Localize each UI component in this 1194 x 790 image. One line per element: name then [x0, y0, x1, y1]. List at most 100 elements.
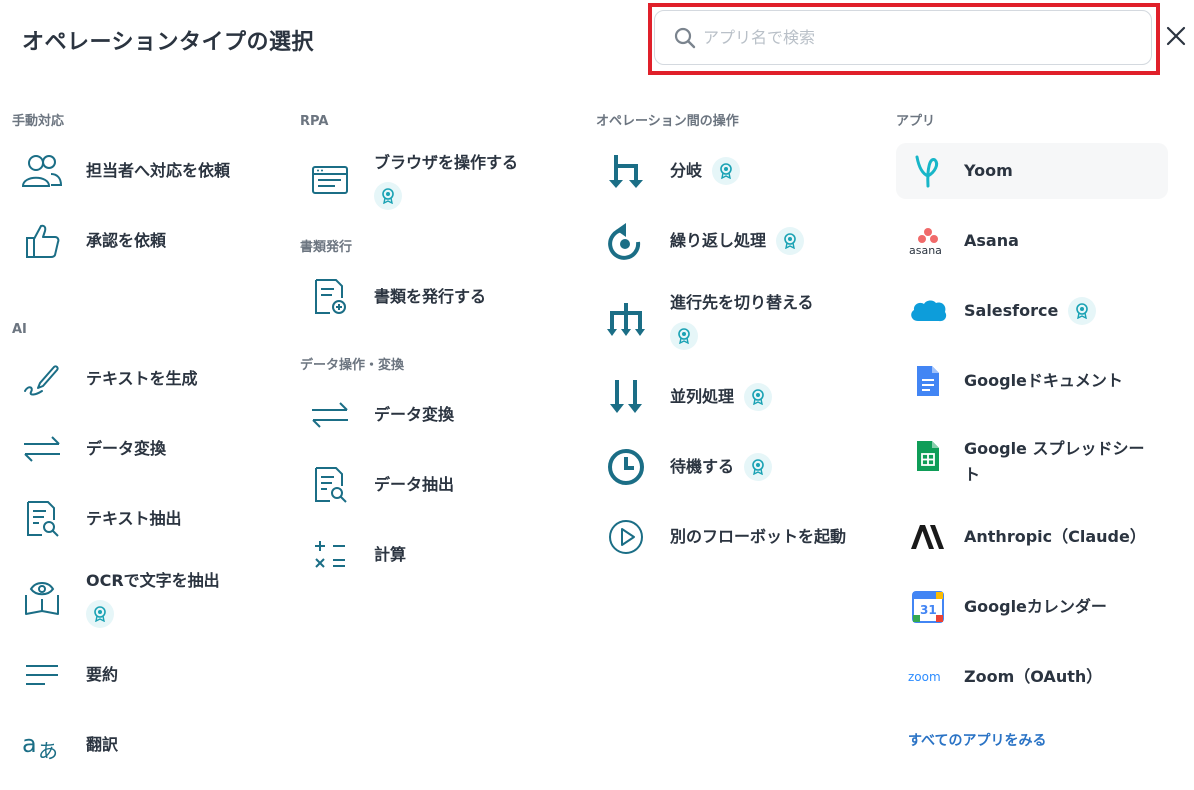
premium-badge-icon: [1068, 297, 1097, 325]
item-label: データ変換: [374, 405, 455, 424]
calculator-icon: [308, 533, 352, 577]
translate-icon: a あ: [20, 723, 64, 767]
item-browser-operate[interactable]: ブラウザを操作する: [300, 136, 580, 222]
search-input[interactable]: [703, 28, 1123, 47]
lines-icon: [20, 653, 64, 697]
asana-logo-icon: asana: [908, 221, 948, 261]
document-add-icon: [308, 275, 352, 319]
item-start-flowbot[interactable]: 別のフローボットを起動: [596, 502, 886, 572]
premium-badge-icon: [712, 157, 741, 185]
item-extract-text[interactable]: テキスト抽出: [12, 484, 282, 554]
app-item-google-docs[interactable]: Googleドキュメント: [896, 346, 1176, 416]
google-sheets-icon: [908, 436, 948, 476]
item-label: 担当者へ対応を依頼: [86, 161, 231, 180]
item-ocr-extract[interactable]: OCRで文字を抽出: [12, 554, 282, 640]
modal-title: オペレーションタイプの選択: [22, 30, 315, 55]
svg-text:a: a: [22, 730, 37, 758]
loop-icon: [604, 219, 648, 263]
item-label: 繰り返し処理: [670, 231, 767, 250]
item-label: テキスト抽出: [86, 509, 182, 528]
salesforce-logo-icon: [908, 291, 948, 331]
item-branch[interactable]: 分岐: [596, 136, 886, 206]
section-title-docs: 書類発行: [300, 240, 353, 255]
app-item-google-sheets[interactable]: Google スプレッドシート: [896, 416, 1176, 502]
item-label: 承認を依頼: [86, 231, 167, 250]
item-label: 待機する: [670, 457, 735, 476]
app-item-anthropic[interactable]: Anthropic（Claude）: [896, 502, 1176, 572]
app-item-zoom[interactable]: zoom Zoom（OAuth）: [896, 642, 1176, 712]
premium-badge-icon: [744, 383, 773, 411]
section-title-ai: AI: [12, 322, 27, 337]
google-docs-icon: [908, 361, 948, 401]
item-data-extract[interactable]: データ抽出: [300, 450, 580, 520]
premium-badge-icon: [744, 453, 773, 481]
app-item-google-calendar[interactable]: 31 Googleカレンダー: [896, 572, 1176, 642]
search-box[interactable]: [654, 10, 1152, 65]
arrows-icon: [308, 393, 352, 437]
item-label: 別のフローボットを起動: [670, 527, 847, 546]
item-data-convert-2[interactable]: データ変換: [300, 380, 580, 450]
column-rpa-docs-data: RPA ブラウザを操作する 書類発行 書類を発行する データ操作・変換 データ変…: [300, 108, 580, 590]
column-apps: アプリ Yoom asana Asana Salesforce Googleドキ…: [896, 108, 1176, 750]
item-data-convert[interactable]: データ変換: [12, 414, 282, 484]
column-operations: オペレーション間の操作 分岐 繰り返し処理 進行先を切り替える 並列処理 待機す…: [596, 108, 886, 572]
section-title-data-ops: データ操作・変換: [300, 358, 405, 373]
play-icon: [604, 515, 648, 559]
parallel-icon: [604, 375, 648, 419]
item-label: 並列処理: [670, 387, 735, 406]
item-label: 要約: [86, 665, 119, 684]
zoom-logo-icon: zoom: [908, 657, 948, 697]
item-wait[interactable]: 待機する: [596, 432, 886, 502]
item-label: 翻訳: [86, 735, 119, 754]
item-label: 書類を発行する: [374, 287, 487, 306]
item-label: テキストを生成: [86, 369, 198, 388]
arrows-icon: [20, 427, 64, 471]
google-calendar-icon: 31: [908, 587, 948, 627]
yoom-logo-icon: [908, 151, 948, 191]
asana-logo-text: asana: [909, 244, 942, 256]
item-label: Google スプレッドシート: [964, 439, 1145, 484]
item-label: 分岐: [670, 161, 703, 180]
item-label: Anthropic（Claude）: [964, 527, 1146, 546]
item-translate[interactable]: a あ 翻訳: [12, 710, 282, 780]
branch-icon: [604, 149, 648, 193]
item-label: 計算: [374, 545, 407, 564]
svg-text:あ: あ: [38, 739, 58, 762]
browser-icon: [308, 158, 352, 202]
app-item-salesforce[interactable]: Salesforce: [896, 276, 1176, 346]
item-generate-text[interactable]: テキストを生成: [12, 344, 282, 414]
anthropic-logo-icon: [908, 517, 948, 557]
app-item-yoom[interactable]: Yoom: [896, 143, 1168, 199]
zoom-logo-text: zoom: [908, 670, 941, 684]
section-title-apps: アプリ: [896, 114, 936, 129]
section-title-ops: オペレーション間の操作: [596, 114, 739, 129]
item-label: OCRで文字を抽出: [86, 571, 220, 590]
pen-icon: [20, 357, 64, 401]
item-request-assignee[interactable]: 担当者へ対応を依頼: [12, 136, 282, 206]
item-request-approval[interactable]: 承認を依頼: [12, 206, 282, 276]
premium-badge-icon: [776, 227, 805, 255]
item-issue-document[interactable]: 書類を発行する: [300, 262, 580, 332]
item-switch-destination[interactable]: 進行先を切り替える: [596, 276, 886, 362]
column-manual-ai: 手動対応 担当者へ対応を依頼 承認を依頼 AI テキストを生成 データ変換 テキ…: [12, 108, 282, 780]
item-label: Salesforce: [964, 301, 1059, 320]
item-label: Googleドキュメント: [964, 371, 1123, 390]
item-label: 進行先を切り替える: [670, 293, 814, 312]
see-all-apps-link[interactable]: すべてのアプリをみる: [908, 730, 1176, 750]
premium-badge-icon: [670, 322, 698, 350]
item-parallel[interactable]: 並列処理: [596, 362, 886, 432]
section-title-rpa: RPA: [300, 114, 329, 129]
switch-icon: [604, 298, 648, 342]
item-summarize[interactable]: 要約: [12, 640, 282, 710]
item-label: Asana: [964, 231, 1019, 250]
app-item-asana[interactable]: asana Asana: [896, 206, 1176, 276]
close-button[interactable]: [1162, 24, 1190, 52]
item-calculate[interactable]: 計算: [300, 520, 580, 590]
thumbs-up-icon: [20, 219, 64, 263]
section-title-manual: 手動対応: [12, 114, 65, 129]
calendar-day-text: 31: [920, 603, 937, 617]
search-icon: [673, 26, 697, 50]
document-search-icon: [308, 463, 352, 507]
item-label: Googleカレンダー: [964, 597, 1107, 616]
item-loop[interactable]: 繰り返し処理: [596, 206, 886, 276]
